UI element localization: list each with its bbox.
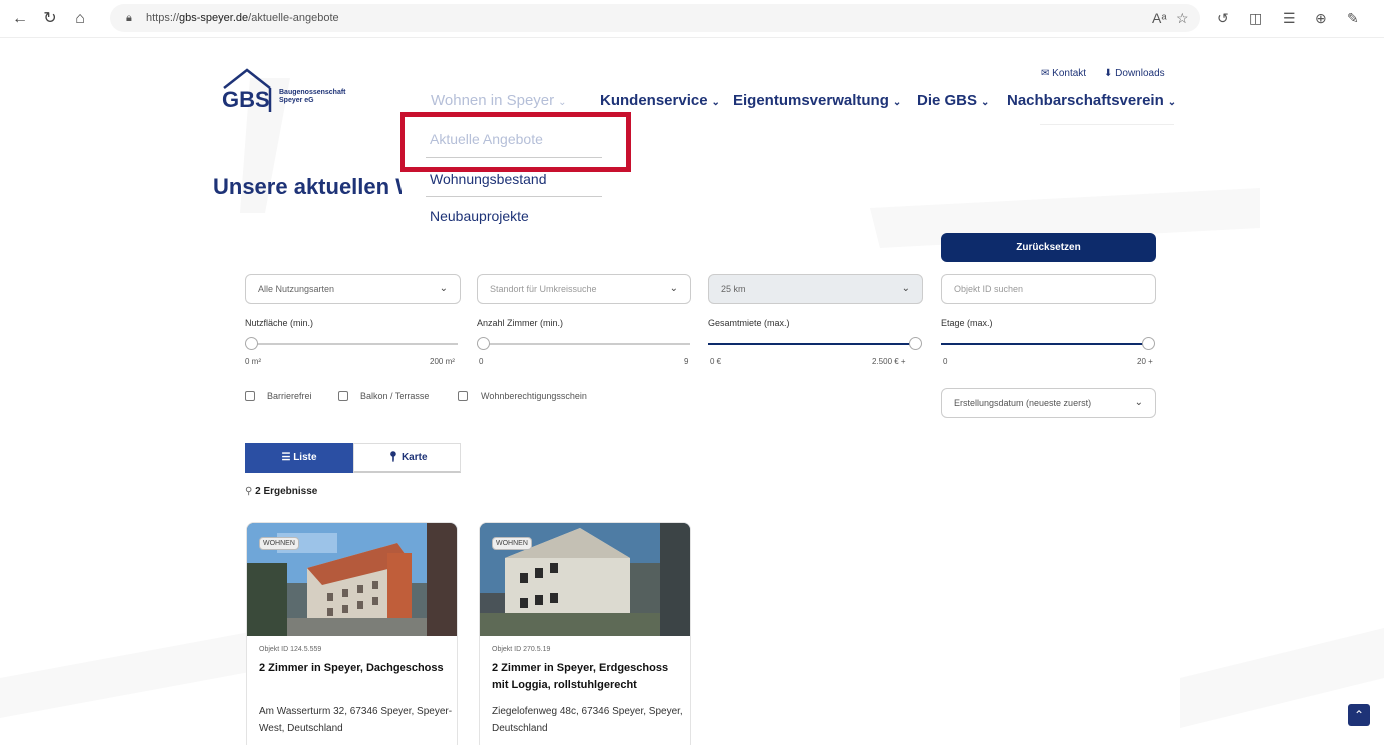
balcony-label[interactable]: Balkon / Terrasse [360,391,429,401]
balcony-checkbox[interactable] [338,391,348,401]
nav-kundenservice[interactable]: Kundenservice ⌄ [600,92,720,109]
tab-list-view[interactable]: ☰ Liste [245,443,353,473]
results-count: ⚲ 2 Ergebnisse [245,486,318,497]
area-slider-label: Nutzfläche (min.) [245,318,314,328]
contact-link[interactable]: ✉ Kontakt [1041,68,1086,79]
chevron-down-icon: ⌄ [901,283,910,294]
floor-slider-track[interactable] [941,343,1151,345]
chevron-down-icon: ⌄ [892,97,902,108]
floor-slider-handle[interactable] [1142,337,1155,350]
collections-icon[interactable]: ⊕ [1315,10,1327,27]
logo-subtitle: Baugenossenschaft Speyer eG [279,89,346,104]
chevron-down-icon: ⌄ [439,283,448,294]
read-aloud-icon[interactable]: Aᵃ [1152,10,1167,26]
rent-slider-track[interactable] [708,343,918,345]
favorite-star-icon[interactable]: ☆ [1176,10,1189,27]
highlight-annotation-box [400,112,631,172]
page-title: Unsere aktuellen Wo [213,174,429,199]
extensions-icon[interactable]: ✎ [1347,10,1359,27]
nav-nachbarschaftsverein[interactable]: Nachbarschaftsverein ⌄ [1007,92,1176,109]
area-slider-max: 200 m² [430,357,455,366]
chevron-up-icon: ⌃ [1353,708,1365,722]
dropdown-separator [426,196,602,197]
nav-underline [1040,124,1174,125]
listing-card[interactable]: WOHNEN Objekt ID 270.5.19 2 Zimmer in Sp… [479,522,691,745]
listing-title[interactable]: 2 Zimmer in Speyer, Dachgeschoss [259,660,454,677]
scroll-to-top-button[interactable]: ⌃ [1348,704,1370,726]
barrierefrei-checkbox[interactable] [245,391,255,401]
rooms-slider-max: 9 [684,357,689,366]
chevron-down-icon: ⌄ [1134,397,1143,408]
chevron-down-icon: ⌄ [711,97,720,108]
chevron-down-icon: ⌄ [981,97,990,108]
usage-type-select[interactable]: Alle Nutzungsarten ⌄ [245,274,461,304]
reload-icon[interactable]: ↻ [40,9,60,29]
logo-wordmark[interactable]: GBS [222,87,270,113]
reset-button[interactable]: Zurücksetzen [941,233,1156,262]
list-icon: ☰ [281,452,294,463]
envelope-icon: ✉ [1041,68,1053,79]
rooms-slider-handle[interactable] [477,337,490,350]
wbs-label[interactable]: Wohnberechtigungsschein [481,391,587,401]
area-slider-min: 0 m² [245,357,261,366]
dropdown-item-wohnungsbestand[interactable]: Wohnungsbestand [430,171,547,187]
barrierefrei-label[interactable]: Barrierefrei [267,391,312,401]
radius-select[interactable]: 25 km ⌄ [708,274,923,304]
area-slider-handle[interactable] [245,337,258,350]
listing-address: Ziegelofenweg 48c, 67346 Speyer, Speyer,… [492,706,683,734]
split-screen-icon[interactable]: ◫ [1249,10,1262,27]
floor-slider-max: 20 + [1137,357,1153,366]
dropdown-item-neubauprojekte[interactable]: Neubauprojekte [430,208,529,224]
rent-slider-min: 0 € [710,357,722,366]
rooms-slider-track[interactable] [477,343,690,345]
chevron-down-icon: ⌄ [1167,97,1177,108]
object-id: Objekt ID 270.5.19 [492,646,551,653]
chevron-down-icon: ⌄ [558,97,567,108]
rent-slider-handle[interactable] [909,337,922,350]
wbs-checkbox[interactable] [458,391,468,401]
lock-icon: 🔒︎ [126,12,132,24]
background-decoration [0,78,1384,728]
browser-toolbar: ← ↻ ⌂ 🔒︎ https://gbs-speyer.de/aktuelle-… [0,0,1384,38]
nav-wohnen-in-speyer[interactable]: Wohnen in Speyer ⌄ [431,92,567,109]
listing-address: Am Wasserturm 32, 67346 Speyer, Speyer-W… [259,706,453,734]
listing-title[interactable]: 2 Zimmer in Speyer, Erdgeschoss mit Logg… [492,660,687,694]
map-pin-icon: 📍︎ [386,452,402,463]
rooms-slider-label: Anzahl Zimmer (min.) [477,318,564,328]
download-icon: ⬇ [1104,68,1116,79]
search-icon: ⚲ [245,486,256,497]
downloads-link[interactable]: ⬇ Downloads [1104,68,1165,79]
nav-eigentumsverwaltung[interactable]: Eigentumsverwaltung ⌄ [733,92,901,109]
nav-die-gbs[interactable]: Die GBS ⌄ [917,92,989,109]
category-badge: WOHNEN [492,537,532,550]
sort-select[interactable]: Erstellungsdatum (neueste zuerst) ⌄ [941,388,1156,418]
object-id: Objekt ID 124.5.559 [259,646,322,653]
refresh-extension-icon[interactable]: ↺ [1217,10,1229,27]
floor-slider-min: 0 [943,357,948,366]
object-id-search-input[interactable]: Objekt ID suchen [941,274,1156,304]
chevron-down-icon: ⌄ [669,283,678,294]
favorites-list-icon[interactable]: ☰ [1283,10,1296,27]
location-input[interactable]: Standort für Umkreissuche ⌄ [477,274,691,304]
rooms-slider-min: 0 [479,357,484,366]
category-badge: WOHNEN [259,537,299,550]
area-slider-track[interactable] [245,343,458,345]
rent-slider-label: Gesamtmiete (max.) [708,318,790,328]
listing-card[interactable]: WOHNEN Objekt ID 124.5.559 2 Zimmer in S… [246,522,458,745]
floor-slider-label: Etage (max.) [941,318,993,328]
url-text[interactable]: https://gbs-speyer.de/aktuelle-angebote [146,12,339,24]
tab-map-view[interactable]: 📍︎ Karte [353,443,461,473]
rent-slider-max: 2.500 € + [872,357,906,366]
home-icon[interactable]: ⌂ [70,9,90,29]
back-icon[interactable]: ← [10,9,30,29]
